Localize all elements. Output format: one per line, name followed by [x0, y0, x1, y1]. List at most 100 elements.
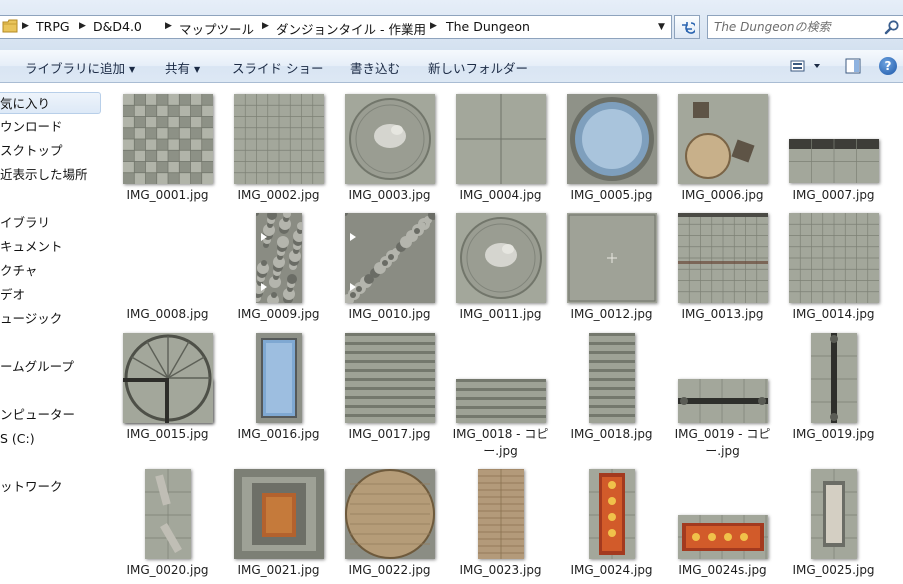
file-name: IMG_0019.jpg: [792, 427, 875, 441]
share-button[interactable]: 共有 ▼: [165, 58, 200, 77]
breadcrumb-separator-icon[interactable]: ▶: [262, 21, 269, 31]
address-bar-area: ▶ TRPG ▶ D&D4.0 ▶ マップツール ▶ ダンジョンタイル - 作業…: [0, 0, 903, 50]
file-name: IMG_0023.jpg: [459, 563, 542, 577]
file-name: IMG_0021.jpg: [237, 563, 320, 577]
file-item[interactable]: IMG_0006.jpg: [667, 83, 778, 583]
breadcrumb-separator-icon[interactable]: ▶: [79, 21, 86, 31]
file-name: IMG_0005.jpg: [570, 188, 653, 202]
chevron-down-icon: ▼: [194, 65, 201, 74]
burn-button[interactable]: 書き込む: [350, 58, 400, 77]
thumbnail-image[interactable]: [567, 213, 657, 303]
nav-item-network[interactable]: ットワーク: [0, 476, 63, 498]
thumbnail-image[interactable]: [678, 94, 768, 184]
nav-item-local-disk[interactable]: S (C:): [0, 428, 35, 450]
nav-item-desktop[interactable]: スクトップ: [0, 140, 63, 162]
nav-item-libraries[interactable]: イブラリ: [0, 212, 50, 234]
preview-pane-icon[interactable]: [845, 58, 861, 74]
thumbnail-image[interactable]: [678, 515, 768, 559]
file-name: IMG_0015.jpg: [126, 427, 209, 441]
thumbnail-image[interactable]: [789, 139, 879, 183]
share-label: 共有: [165, 61, 191, 76]
thumbnail-image[interactable]: [478, 469, 524, 559]
thumbnail-image[interactable]: [256, 333, 302, 423]
nav-item-music[interactable]: ュージック: [0, 308, 62, 330]
thumbnail-image[interactable]: [456, 213, 546, 303]
file-name: IMG_0014.jpg: [792, 307, 875, 321]
file-name: IMG_0025.jpg: [792, 563, 875, 577]
file-list: IMG_0001.jpg IMG_0002.jpg IMG_0003.jpg IMG_…: [112, 83, 903, 584]
nav-item-computer[interactable]: ンピューター: [0, 404, 75, 426]
file-name: IMG_0022.jpg: [348, 563, 431, 577]
breadcrumb-dnd[interactable]: D&D4.0: [93, 19, 142, 34]
file-name: IMG_0010.jpg: [348, 307, 431, 321]
file-name: IMG_0009.jpg: [237, 307, 320, 321]
nav-item-pictures[interactable]: クチャ: [0, 260, 37, 282]
file-name: IMG_0002.jpg: [237, 188, 320, 202]
file-name: IMG_0017.jpg: [348, 427, 431, 441]
thumbnail-image[interactable]: [567, 94, 657, 184]
thumbnail-image[interactable]: [234, 94, 324, 184]
thumbnail-image[interactable]: [345, 469, 435, 559]
add-to-library-label: ライブラリに追加: [25, 61, 126, 76]
refresh-icon: [682, 22, 697, 34]
help-button[interactable]: ?: [879, 57, 897, 75]
command-bar: ライブラリに追加 ▼ 共有 ▼ スライド ショー 書き込む 新しいフォルダー ?: [0, 50, 903, 83]
breadcrumb-separator-icon[interactable]: ▶: [165, 21, 172, 31]
thumbnail-image[interactable]: [345, 213, 435, 303]
thumbnail-image[interactable]: [256, 213, 302, 303]
thumbnail-image[interactable]: [589, 469, 635, 559]
search-box[interactable]: [707, 15, 903, 39]
file-name: IMG_0016.jpg: [237, 427, 320, 441]
file-name: IMG_0018 - コピ ー.jpg: [452, 427, 549, 458]
chevron-down-icon[interactable]: ▼: [658, 22, 665, 32]
file-name: IMG_0008.jpg: [126, 307, 209, 321]
thumbnail-image[interactable]: [123, 94, 213, 184]
file-name: IMG_0019 - コピ ー.jpg: [674, 427, 771, 458]
file-name: IMG_0024.jpg: [570, 563, 653, 577]
search-input[interactable]: [714, 18, 874, 36]
breadcrumb-maptool[interactable]: マップツール: [179, 19, 254, 38]
nav-item-downloads[interactable]: ウンロード: [0, 116, 63, 138]
add-to-library-button[interactable]: ライブラリに追加 ▼: [25, 58, 135, 77]
thumbnail-image[interactable]: [678, 213, 768, 303]
address-bar[interactable]: ▶ TRPG ▶ D&D4.0 ▶ マップツール ▶ ダンジョンタイル - 作業…: [0, 15, 672, 39]
new-folder-button[interactable]: 新しいフォルダー: [428, 58, 528, 77]
refresh-button[interactable]: [674, 15, 700, 39]
thumbnail-image[interactable]: [678, 379, 768, 423]
file-name: IMG_0001.jpg: [126, 188, 209, 202]
file-name: IMG_0012.jpg: [570, 307, 653, 321]
thumbnail-image[interactable]: [345, 94, 435, 184]
slideshow-button[interactable]: スライド ショー: [232, 58, 323, 77]
breadcrumb-thedungeon[interactable]: The Dungeon: [446, 19, 530, 34]
nav-item-videos[interactable]: デオ: [0, 284, 25, 306]
breadcrumb-separator-icon[interactable]: ▶: [22, 21, 29, 31]
thumbnail-image[interactable]: [456, 379, 546, 423]
thumbnail-image[interactable]: [345, 333, 435, 423]
file-name: IMG_0018.jpg: [570, 427, 653, 441]
thumbnail-image[interactable]: [123, 333, 213, 423]
thumbnail-image[interactable]: [589, 333, 635, 423]
navigation-pane: 気に入り ウンロード スクトップ 近表示した場所 イブラリ キュメント クチャ …: [0, 83, 112, 584]
thumbnail-image[interactable]: [789, 213, 879, 303]
nav-item-recent-places[interactable]: 近表示した場所: [0, 164, 88, 186]
file-name: IMG_0011.jpg: [459, 307, 542, 321]
nav-item-favorites[interactable]: 気に入り: [0, 92, 101, 114]
search-icon[interactable]: [884, 19, 900, 35]
breadcrumb-separator-icon[interactable]: ▶: [430, 21, 437, 31]
thumbnail-image[interactable]: [811, 469, 857, 559]
file-name: IMG_0003.jpg: [348, 188, 431, 202]
view-options-icon[interactable]: [790, 58, 822, 74]
folder-icon: [2, 19, 18, 33]
thumbnail-image[interactable]: [145, 469, 191, 559]
breadcrumb-dungeontile[interactable]: ダンジョンタイル - 作業用: [276, 19, 426, 38]
thumbnail-image[interactable]: [234, 469, 324, 559]
thumbnail-image[interactable]: [811, 333, 857, 423]
thumbnail-image[interactable]: [456, 94, 546, 184]
file-name: IMG_0004.jpg: [459, 188, 542, 202]
file-name: IMG_0007.jpg: [792, 188, 875, 202]
nav-item-homegroup[interactable]: ームグループ: [0, 356, 74, 378]
nav-item-documents[interactable]: キュメント: [0, 236, 63, 258]
breadcrumb-trpg[interactable]: TRPG: [36, 19, 70, 34]
file-name: IMG_0006.jpg: [681, 188, 764, 202]
file-name: IMG_0013.jpg: [681, 307, 764, 321]
